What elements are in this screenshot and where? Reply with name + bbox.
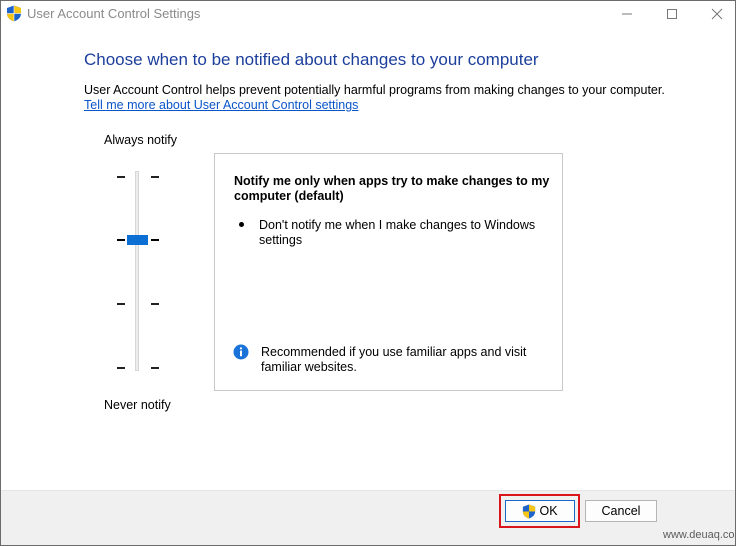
page-title: Choose when to be notified about changes… bbox=[84, 50, 539, 69]
slider-track[interactable] bbox=[135, 171, 139, 371]
slider-tick bbox=[151, 367, 159, 369]
window-title: User Account Control Settings bbox=[27, 6, 201, 21]
slider-tick bbox=[117, 239, 125, 241]
watermark-text: www.deuaq.com bbox=[663, 529, 736, 541]
slider-tick bbox=[117, 367, 125, 369]
uac-shield-icon bbox=[522, 504, 536, 519]
recommendation-text: Recommended if you use familiar apps and… bbox=[261, 345, 527, 374]
close-icon bbox=[711, 8, 723, 19]
uac-settings-window: User Account Control Settings Choose whe… bbox=[0, 0, 736, 546]
info-icon bbox=[233, 344, 249, 360]
slider-tick bbox=[117, 303, 125, 305]
slider-thumb[interactable] bbox=[127, 235, 148, 245]
always-notify-label: Always notify bbox=[104, 133, 177, 147]
never-notify-label: Never notify bbox=[104, 398, 171, 412]
title-bar: User Account Control Settings bbox=[1, 1, 735, 26]
slider-tick bbox=[151, 303, 159, 305]
setting-bullet: Don't notify me when I make changes to W… bbox=[259, 218, 536, 247]
slider-tick bbox=[151, 176, 159, 178]
minimize-button[interactable] bbox=[604, 1, 650, 26]
setting-description-panel: Notify me only when apps try to make cha… bbox=[214, 153, 563, 391]
notification-level-slider[interactable] bbox=[111, 161, 171, 381]
slider-tick bbox=[151, 239, 159, 241]
cancel-button[interactable]: Cancel bbox=[585, 500, 657, 522]
slider-tick bbox=[117, 176, 125, 178]
cancel-label: Cancel bbox=[601, 504, 641, 518]
setting-title: Notify me only when apps try to make cha… bbox=[234, 174, 550, 203]
maximize-button[interactable] bbox=[649, 1, 695, 26]
bullet-icon bbox=[239, 222, 244, 227]
description-text: User Account Control helps prevent poten… bbox=[84, 83, 665, 97]
minimize-icon bbox=[622, 13, 632, 14]
ok-label: OK bbox=[539, 504, 558, 518]
maximize-icon bbox=[667, 8, 677, 19]
uac-shield-icon bbox=[6, 5, 22, 22]
ok-button[interactable]: OK bbox=[505, 500, 575, 522]
close-button[interactable] bbox=[694, 1, 735, 26]
learn-more-link[interactable]: Tell me more about User Account Control … bbox=[84, 98, 358, 112]
